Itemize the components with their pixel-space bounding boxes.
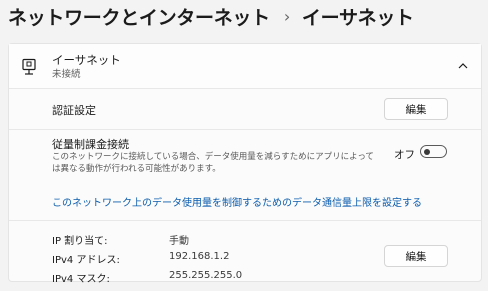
ethernet-header[interactable]: イーサネット 未接続 [9,44,481,89]
breadcrumb-parent[interactable]: ネットワークとインターネット [8,3,270,30]
ethernet-card: イーサネット 未接続 認証設定 編集 従量制課金接続 このネットワークに接続して… [8,43,482,285]
page-title: イーサネット [301,6,414,29]
ipv4-mask-value: 255.255.255.0 [169,270,243,281]
metered-connection-row: 従量制課金接続 このネットワークに接続している場合、データ使用量を減らすためにア… [9,130,481,221]
ethernet-icon [22,58,36,75]
ipv4-address-label: IPv4 アドレス: [52,255,120,266]
data-limit-link[interactable]: このネットワーク上のデータ使用量を制御するためのデータ通信量上限を設定する [52,194,422,209]
ip-assignment-label: IP 割り当て: [52,236,108,247]
metered-toggle[interactable] [420,145,447,158]
ethernet-status: 未接続 [52,69,81,80]
chevron-up-icon[interactable] [457,61,469,71]
ethernet-title: イーサネット [52,53,121,67]
metered-toggle-label: オフ [394,149,415,161]
breadcrumb: ネットワークとインターネット › イーサネット [8,0,414,32]
ip-settings-section: IP 割り当て: 手動 IPv4 アドレス: 192.168.1.2 IPv4 … [9,221,481,285]
metered-title: 従量制課金接続 [52,138,129,151]
ip-edit-button[interactable]: 編集 [384,245,448,267]
auth-settings-label: 認証設定 [52,104,96,117]
toggle-knob [424,148,430,155]
ipv4-address-value: 192.168.1.2 [169,251,230,262]
breadcrumb-separator: › [283,6,290,26]
ipv4-mask-label: IPv4 マスク: [52,274,110,285]
auth-settings-row: 認証設定 編集 [9,89,481,130]
ip-assignment-value: 手動 [169,236,189,247]
metered-description: このネットワークに接続している場合、データ使用量を減らすためにアプリによっては異… [52,152,374,174]
auth-edit-button[interactable]: 編集 [384,98,448,120]
